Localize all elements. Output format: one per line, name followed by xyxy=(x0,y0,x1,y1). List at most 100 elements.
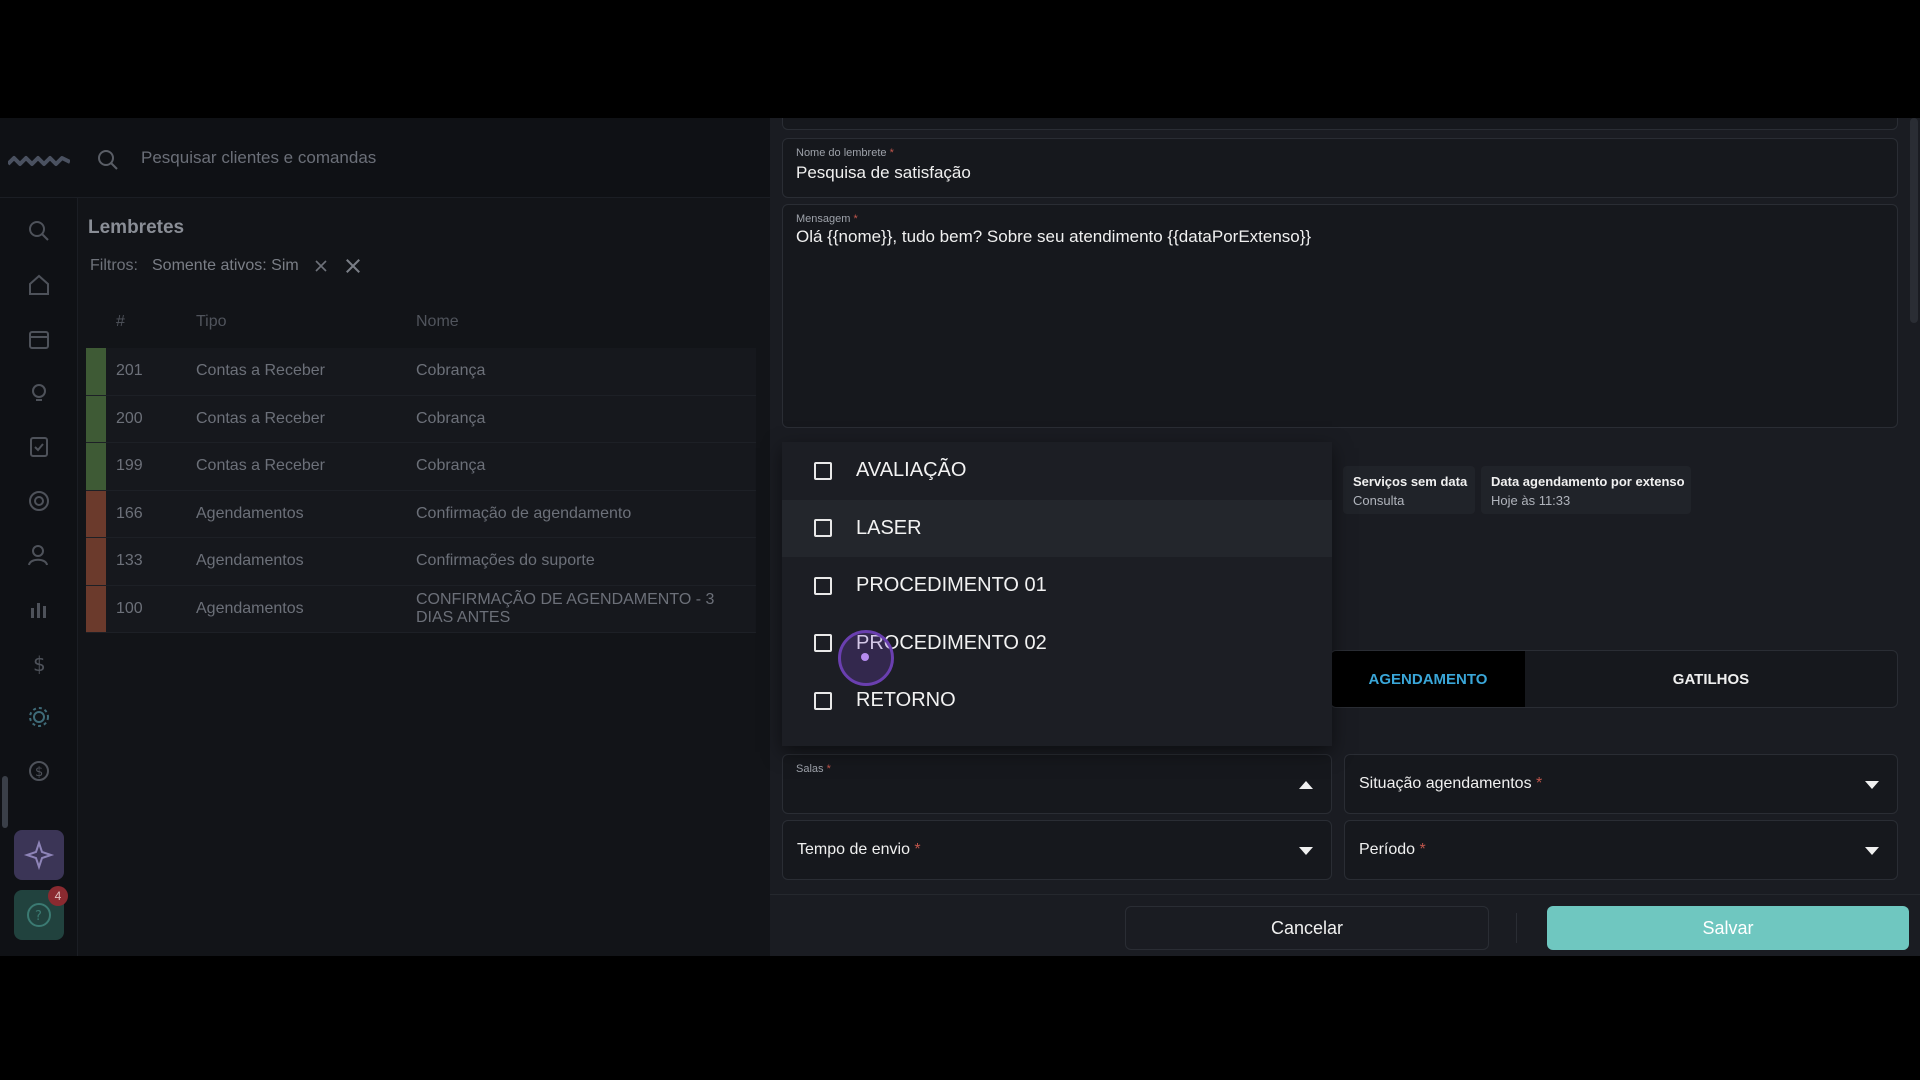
clear-filters-icon[interactable] xyxy=(343,256,363,276)
panel-scrollbar[interactable] xyxy=(1910,118,1918,323)
periodo-label-text: Período xyxy=(1359,841,1416,858)
reminder-name-label-text: Nome do lembrete xyxy=(796,147,887,159)
page-title: Lembretes xyxy=(88,217,185,238)
required-mark: * xyxy=(826,763,831,775)
home-icon[interactable] xyxy=(26,272,52,298)
message-label: Mensagem * xyxy=(796,213,858,225)
required-mark: * xyxy=(914,841,921,858)
row-nome: Cobrança xyxy=(416,409,486,427)
target-icon[interactable] xyxy=(26,488,52,514)
checklist-icon[interactable] xyxy=(26,434,52,460)
tab-agendamento[interactable]: AGENDAMENTO xyxy=(1331,651,1525,707)
dropdown-option-procedimento-02[interactable]: PROCEDIMENTO 02 xyxy=(782,615,1332,673)
row-nome: Cobrança xyxy=(416,457,486,475)
gear-icon[interactable] xyxy=(26,704,52,730)
reminder-name-value: Pesquisa de satisfação xyxy=(796,163,971,182)
checkbox[interactable] xyxy=(814,461,832,480)
table-row[interactable]: 200 Contas a Receber Cobrança xyxy=(86,395,756,443)
row-tipo: Agendamentos xyxy=(196,552,304,570)
message-value: Olá {{nome}}, tudo bem? Sobre seu atendi… xyxy=(796,227,1312,246)
svg-text:?: ? xyxy=(35,909,42,924)
search-icon[interactable] xyxy=(26,218,52,244)
salas-select[interactable]: Salas * xyxy=(782,754,1332,814)
bar-chart-icon[interactable] xyxy=(26,596,52,622)
situacao-agendamentos-select[interactable]: Situação agendamentos * xyxy=(1344,754,1898,814)
row-tipo: Contas a Receber xyxy=(196,362,325,380)
salas-dropdown-menu: AVALIAÇÃO LASER PROCEDIMENTO 01 PROCEDIM… xyxy=(782,442,1332,746)
previous-field-edge xyxy=(782,118,1898,130)
dropdown-option-avaliacao[interactable]: AVALIAÇÃO xyxy=(782,442,1332,500)
row-tipo: Agendamentos xyxy=(196,504,304,522)
variable-value: Consulta xyxy=(1353,493,1405,508)
checkbox[interactable] xyxy=(814,576,832,595)
variable-chip[interactable]: Serviços sem data Consulta xyxy=(1343,466,1475,514)
required-mark: * xyxy=(1536,775,1543,792)
row-type-color xyxy=(86,585,106,632)
variable-title: Data agendamento por extenso xyxy=(1491,474,1685,489)
reminder-name-label: Nome do lembrete * xyxy=(796,147,894,159)
table-row[interactable]: 100 Agendamentos CONFIRMAÇÃO DE AGENDAMENT… xyxy=(86,585,756,633)
row-type-color xyxy=(86,490,106,537)
variable-chip[interactable]: Data agendamento por extenso Hoje às 11:… xyxy=(1481,466,1691,514)
checkbox[interactable] xyxy=(814,519,832,538)
option-label: RETORNO xyxy=(856,689,956,712)
column-header-tipo[interactable]: Tipo xyxy=(196,313,416,331)
situacao-label-text: Situação agendamentos xyxy=(1359,775,1532,792)
row-tipo: Agendamentos xyxy=(196,599,304,617)
dropdown-option-procedimento-01[interactable]: PROCEDIMENTO 01 xyxy=(782,557,1332,615)
sidebar: $ $ ? 4 xyxy=(0,198,78,956)
chevron-down-icon[interactable] xyxy=(1865,847,1879,855)
logo xyxy=(6,154,71,168)
row-nome: Confirmação de agendamento xyxy=(416,504,632,522)
tab-gatilhos[interactable]: GATILHOS xyxy=(1525,651,1897,707)
salas-label: Salas * xyxy=(796,763,831,775)
checkbox[interactable] xyxy=(814,634,832,653)
row-nome: CONFIRMAÇÃO DE AGENDAMENTO - 3 DIAS ANTE… xyxy=(416,590,715,626)
sidebar-active-indicator xyxy=(2,776,8,828)
tempo-envio-select[interactable]: Tempo de envio * xyxy=(782,820,1332,880)
reminder-name-field[interactable]: Nome do lembrete * Pesquisa de satisfaçã… xyxy=(782,138,1898,198)
top-bar: Pesquisar clientes e comandas xyxy=(0,118,770,198)
user-icon[interactable] xyxy=(26,542,52,568)
periodo-label: Período * xyxy=(1359,841,1426,859)
ai-assistant-button[interactable] xyxy=(14,830,64,880)
periodo-select[interactable]: Período * xyxy=(1344,820,1898,880)
lightbulb-icon[interactable] xyxy=(26,380,52,406)
chevron-down-icon[interactable] xyxy=(1865,781,1879,789)
svg-text:$: $ xyxy=(35,765,43,780)
cancel-button[interactable]: Cancelar xyxy=(1125,906,1489,950)
app-window: Pesquisar clientes e comandas $ $ ? 4 Le… xyxy=(0,118,1920,956)
table-row[interactable]: 201 Contas a Receber Cobrança xyxy=(86,348,756,396)
dropdown-option-retorno[interactable]: RETORNO xyxy=(782,672,1332,730)
table-row[interactable]: 199 Contas a Receber Cobrança xyxy=(86,443,756,491)
column-header-nome[interactable]: Nome xyxy=(416,313,746,331)
row-type-color xyxy=(86,348,106,395)
save-button[interactable]: Salvar xyxy=(1547,906,1909,950)
tempo-label: Tempo de envio * xyxy=(797,841,921,859)
coin-icon[interactable]: $ xyxy=(26,758,52,784)
checkbox[interactable] xyxy=(814,691,832,710)
message-textarea[interactable]: Mensagem * Olá {{nome}}, tudo bem? Sobre… xyxy=(782,204,1898,428)
calendar-icon[interactable] xyxy=(26,326,52,352)
option-label: LASER xyxy=(856,516,922,539)
chevron-down-icon[interactable] xyxy=(1299,847,1313,855)
option-label: PROCEDIMENTO 02 xyxy=(856,631,1047,654)
variable-title: Serviços sem data xyxy=(1353,474,1468,489)
filters-label: Filtros: xyxy=(90,257,138,274)
remove-filter-icon[interactable] xyxy=(313,258,329,274)
situacao-label: Situação agendamentos * xyxy=(1359,775,1542,793)
chevron-up-icon[interactable] xyxy=(1299,781,1313,789)
global-search-input[interactable]: Pesquisar clientes e comandas xyxy=(141,148,376,168)
row-type-color xyxy=(86,538,106,585)
dollar-icon[interactable]: $ xyxy=(26,650,52,676)
row-type-color xyxy=(86,395,106,442)
row-nome: Confirmações do suporte xyxy=(416,552,595,570)
option-label: PROCEDIMENTO 01 xyxy=(856,574,1047,597)
dropdown-option-laser[interactable]: LASER xyxy=(782,499,1332,557)
table-row[interactable]: 166 Agendamentos Confirmação de agendament… xyxy=(86,490,756,538)
button-divider xyxy=(1516,913,1517,943)
column-header-id[interactable]: # xyxy=(86,313,196,331)
search-icon[interactable] xyxy=(96,148,120,172)
table-row[interactable]: 133 Agendamentos Confirmações do suporte xyxy=(86,538,756,586)
footer-divider xyxy=(770,894,1920,895)
